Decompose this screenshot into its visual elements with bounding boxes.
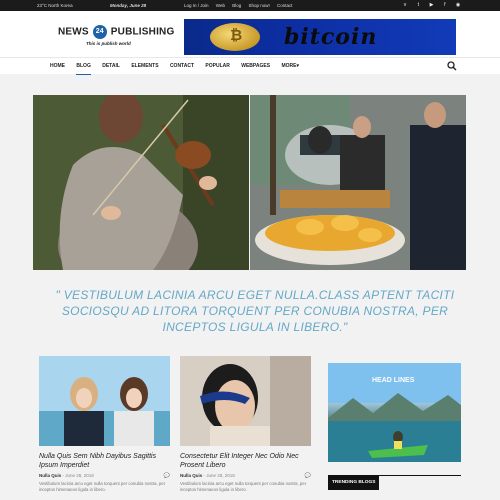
nav-item-popular[interactable]: POPULAR (205, 63, 229, 69)
twitter-icon[interactable]: t (415, 2, 421, 8)
banner-ad-text: bitcoin (284, 24, 378, 50)
hero-image-street-food[interactable] (250, 95, 466, 270)
nav-item-elements[interactable]: ELEMENTS (131, 63, 158, 69)
contact-link[interactable]: Contact (277, 3, 293, 8)
web-link[interactable]: Web (216, 3, 225, 8)
top-links: Log In / Join Web Blog Shop now! Contact (184, 3, 299, 8)
login-link[interactable]: Log In / Join (184, 3, 209, 8)
post-card[interactable]: Consectetur Elit Integer Nec Odio Nec Pr… (180, 356, 311, 493)
nav-item-detail[interactable]: DETAIL (102, 63, 120, 69)
post-author[interactable]: Nulla Quis (180, 473, 202, 478)
nav-item-contact[interactable]: CONTACT (170, 63, 194, 69)
headlines-widget[interactable]: HEAD LINES (328, 363, 461, 462)
vimeo-icon[interactable]: v (402, 2, 408, 8)
nav-item-blog[interactable]: BLOG (76, 63, 91, 75)
site-tagline: This is publish world (86, 41, 131, 46)
blog-link[interactable]: Blog (232, 3, 241, 8)
logo-badge: 24 (92, 25, 107, 39)
shop-link[interactable]: Shop now! (249, 3, 270, 8)
search-icon[interactable] (447, 61, 457, 71)
main-nav: HOME BLOG DETAIL ELEMENTS CONTACT POPULA… (0, 57, 500, 75)
weather-location: 23°C North Korea (37, 3, 73, 8)
social-links: v t ▶ f ◉ (402, 2, 467, 8)
post-author[interactable]: Nulla Quis (39, 473, 61, 478)
hero-image-violinist[interactable] (33, 95, 249, 270)
youtube-icon[interactable]: ▶ (429, 2, 435, 8)
post-meta: Nulla Quis - June 28, 2018 💬 (180, 473, 311, 479)
nav-item-home[interactable]: HOME (50, 63, 65, 69)
nav-item-webpages[interactable]: WEBPAGES (241, 63, 270, 69)
nav-item-more[interactable]: MORE▾ (281, 63, 299, 69)
trending-tab[interactable]: TRENDING BLOGS (328, 476, 380, 490)
facebook-icon[interactable]: f (442, 2, 448, 8)
post-image[interactable] (180, 356, 311, 446)
featured-quote: " VESTIBULUM LACINIA ARCU EGET NULLA.CLA… (55, 288, 455, 334)
comment-icon[interactable]: 💬 (164, 473, 170, 479)
trending-section: TRENDING BLOGS (328, 475, 461, 500)
site-logo[interactable]: NEWS 24 PUBLISHING (58, 25, 174, 39)
rss-icon[interactable]: ◉ (455, 2, 461, 8)
banner-ad[interactable]: ₿ bitcoin (184, 19, 456, 55)
post-date: - June 28, 2018 (62, 473, 94, 478)
post-title[interactable]: Nulla Quis Sem Nibh Dayibus Sagittis Ips… (39, 452, 170, 470)
post-excerpt: Vestibulum lacinia arcu eget nulla torqu… (39, 481, 166, 492)
post-meta: Nulla Quis - June 28, 2018 💬 (39, 473, 170, 479)
site-header: NEWS 24 PUBLISHING This is publish world… (0, 11, 500, 59)
bitcoin-symbol: ₿ (230, 27, 243, 44)
logo-text-right: PUBLISHING (110, 26, 175, 38)
current-date: Monday, June 28 (110, 3, 147, 8)
post-image[interactable] (39, 356, 170, 446)
post-title[interactable]: Consectetur Elit Integer Nec Odio Nec Pr… (180, 452, 311, 470)
headlines-label: HEAD LINES (372, 377, 415, 384)
top-bar: 23°C North Korea Monday, June 28 Log In … (0, 0, 500, 11)
post-excerpt: Vestibulum lacinia arcu eget nulla torqu… (180, 481, 307, 492)
logo-text-left: NEWS (58, 26, 89, 38)
post-date: - June 28, 2018 (203, 473, 235, 478)
post-card[interactable]: Nulla Quis Sem Nibh Dayibus Sagittis Ips… (39, 356, 170, 493)
comment-icon[interactable]: 💬 (305, 473, 311, 479)
